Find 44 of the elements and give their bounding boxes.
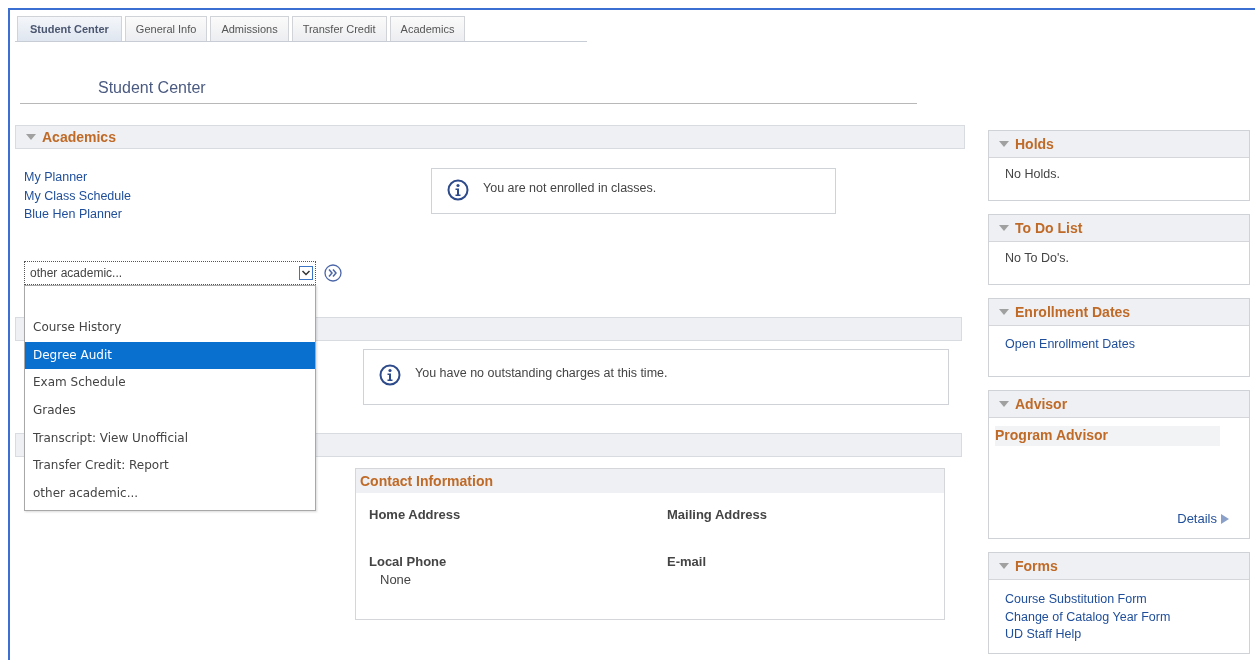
panel-title: Forms xyxy=(1015,558,1058,574)
dropdown-option[interactable]: other academic... xyxy=(25,480,315,508)
link[interactable]: UD Staff Help xyxy=(1005,626,1241,644)
panel-title: Advisor xyxy=(1015,396,1068,412)
dropdown-option[interactable]: Exam Schedule xyxy=(25,369,315,398)
field-label: Mailing Address xyxy=(667,507,768,522)
dropdown-option[interactable]: Transfer Credit: Report xyxy=(25,452,315,481)
play-arrow-icon xyxy=(1221,513,1229,524)
info-icon xyxy=(447,179,469,201)
panel-text: No To Do's. xyxy=(1005,250,1070,267)
panel-subtitle: Program Advisor xyxy=(995,426,1220,446)
dropdown-option[interactable]: Course History xyxy=(25,314,315,342)
page-title: Student Center xyxy=(20,79,917,104)
panel-title: Enrollment Dates xyxy=(1015,304,1131,320)
dropdown-field[interactable]: other academic... xyxy=(24,261,316,285)
notice-text: You have no outstanding charges at this time. xyxy=(415,365,668,382)
panel-title: To Do List xyxy=(1015,220,1083,236)
link[interactable]: Course Substitution Form xyxy=(1005,591,1241,609)
link[interactable]: Blue Hen Planner xyxy=(24,205,431,224)
panel-text: No Holds. xyxy=(1005,166,1061,183)
field-label: Home Address xyxy=(369,507,462,522)
tab[interactable]: General Info xyxy=(124,16,208,41)
link[interactable]: My Planner xyxy=(24,168,431,187)
notice-text: You are not enrolled in classes. xyxy=(483,180,657,197)
details-link[interactable]: Details xyxy=(1177,511,1229,526)
tab[interactable]: Student Center xyxy=(17,16,122,41)
info-icon xyxy=(379,364,401,386)
panel-title: Contact Information xyxy=(356,469,944,493)
link[interactable]: My Class Schedule xyxy=(24,186,431,205)
field-label: Local Phone xyxy=(369,554,448,569)
field-label: E-mail xyxy=(667,554,707,569)
tab[interactable]: Academics xyxy=(389,16,466,41)
link[interactable]: Change of Catalog Year Form xyxy=(1005,608,1241,626)
field-value: None xyxy=(379,572,413,587)
tab[interactable]: Admissions xyxy=(210,16,289,41)
section-title: Academics xyxy=(42,129,116,145)
chevron-down-icon xyxy=(299,266,313,280)
dropdown-option[interactable]: Transcript: View Unofficial xyxy=(25,424,315,453)
tab[interactable]: Transfer Credit xyxy=(291,16,387,41)
link[interactable]: Open Enrollment Dates xyxy=(1005,336,1241,354)
dropdown-option[interactable]: Degree Audit xyxy=(25,341,315,370)
dropdown-option[interactable]: Grades xyxy=(25,397,315,425)
panel-title: Holds xyxy=(1015,136,1054,152)
go-button-icon[interactable] xyxy=(324,264,342,282)
